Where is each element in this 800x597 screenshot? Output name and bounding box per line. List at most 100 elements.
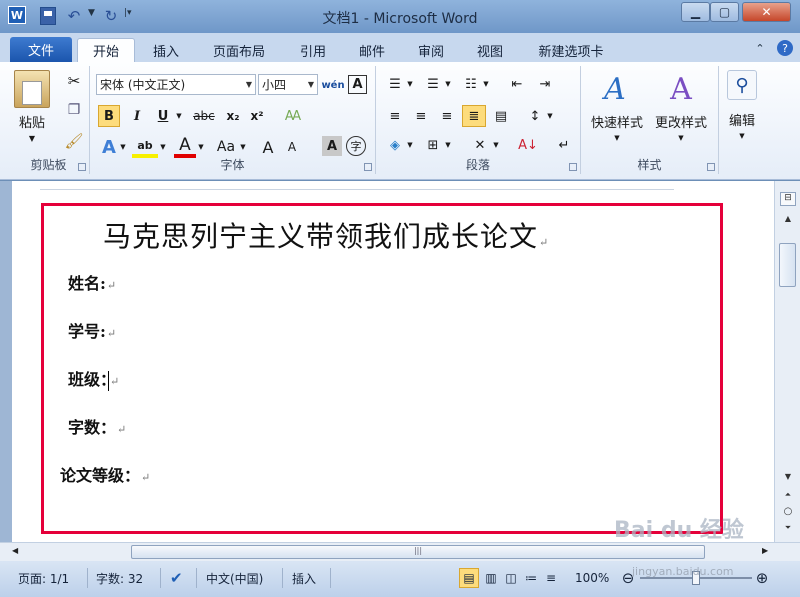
justify-icon[interactable]: ≣ bbox=[462, 105, 486, 127]
bullets-icon[interactable]: ☰ bbox=[384, 74, 406, 94]
insert-mode-status[interactable]: 插入 bbox=[292, 568, 316, 588]
align-left-icon[interactable]: ≡ bbox=[384, 105, 406, 127]
horizontal-scrollbar[interactable]: ◀ ||| ▶ bbox=[0, 542, 800, 561]
scroll-right-icon[interactable]: ▶ bbox=[762, 546, 768, 555]
sort-icon[interactable]: A↓ bbox=[516, 134, 540, 156]
borders-dropdown-icon[interactable]: ▼ bbox=[444, 134, 452, 156]
font-size-dropdown-icon[interactable]: ▼ bbox=[308, 80, 314, 89]
character-border-icon[interactable]: A bbox=[348, 75, 367, 94]
underline-button[interactable]: U bbox=[152, 105, 174, 127]
chinese-layout-dropdown-icon[interactable]: ▼ bbox=[492, 134, 500, 156]
full-screen-reading-icon[interactable]: ▥ bbox=[482, 568, 500, 588]
paste-icon[interactable] bbox=[14, 70, 50, 108]
subscript-button[interactable]: x₂ bbox=[222, 105, 244, 127]
class-field[interactable]: 班级：↵ bbox=[68, 366, 119, 391]
distributed-icon[interactable]: ▤ bbox=[490, 105, 512, 127]
print-layout-view-icon[interactable]: ▤ bbox=[459, 568, 479, 588]
cut-icon[interactable]: ✂ bbox=[64, 72, 84, 90]
outline-view-icon[interactable]: ≔ bbox=[522, 568, 540, 588]
quick-styles-label[interactable]: 快速样式 bbox=[587, 112, 647, 131]
horizontal-scroll-thumb[interactable]: ||| bbox=[131, 545, 705, 559]
line-spacing-dropdown-icon[interactable]: ▼ bbox=[546, 105, 554, 127]
find-binoculars-icon[interactable]: ⚲ bbox=[727, 70, 757, 100]
zoom-level[interactable]: 100% bbox=[575, 568, 609, 588]
bold-button[interactable]: B bbox=[98, 105, 120, 127]
align-right-icon[interactable]: ≡ bbox=[436, 105, 458, 127]
styles-launcher-icon[interactable] bbox=[707, 163, 715, 171]
show-hide-marks-icon[interactable]: ↵ bbox=[554, 134, 574, 156]
clipboard-launcher-icon[interactable] bbox=[78, 163, 86, 171]
font-name-dropdown-icon[interactable]: ▼ bbox=[246, 80, 252, 89]
numbering-icon[interactable]: ☰ bbox=[422, 74, 444, 94]
chinese-layout-icon[interactable]: ✕ bbox=[468, 134, 492, 156]
font-color-icon[interactable]: A bbox=[174, 135, 196, 158]
tab-mailings[interactable]: 邮件 bbox=[357, 38, 387, 62]
change-styles-label[interactable]: 更改样式 bbox=[651, 112, 711, 131]
scroll-down-icon[interactable]: ▼ bbox=[780, 472, 796, 486]
document-title[interactable]: 马克思列宁主义带领我们成长论文↵ bbox=[103, 215, 549, 255]
change-styles-dropdown-icon[interactable]: ▼ bbox=[675, 134, 687, 142]
tab-new[interactable]: 新建选项卡 bbox=[534, 38, 608, 62]
multilevel-dropdown-icon[interactable]: ▼ bbox=[482, 74, 490, 94]
help-icon[interactable]: ? bbox=[777, 40, 793, 56]
zoom-in-icon[interactable]: ⊕ bbox=[754, 568, 770, 588]
page-count-status[interactable]: 页面: 1/1 bbox=[18, 568, 69, 588]
font-color-dropdown-icon[interactable]: ▼ bbox=[196, 136, 206, 158]
change-case-icon[interactable]: Aa bbox=[212, 136, 240, 158]
scroll-left-icon[interactable]: ◀ bbox=[12, 546, 18, 555]
previous-page-icon[interactable]: ⏶ bbox=[780, 490, 796, 504]
paragraph-launcher-icon[interactable] bbox=[569, 163, 577, 171]
tab-insert[interactable]: 插入 bbox=[150, 38, 182, 62]
tab-review[interactable]: 审阅 bbox=[416, 38, 446, 62]
paste-label[interactable]: 粘贴 bbox=[14, 112, 50, 131]
phonetic-guide-icon[interactable]: wén bbox=[321, 74, 344, 96]
clear-format-icon[interactable]: Ꜳ bbox=[282, 105, 304, 127]
student-id-field[interactable]: 学号:↵ bbox=[68, 318, 116, 342]
browse-object-icon[interactable]: ○ bbox=[780, 506, 796, 520]
tab-file[interactable]: 文件 bbox=[10, 37, 72, 62]
highlight-color-icon[interactable]: ab bbox=[132, 136, 158, 158]
increase-indent-icon[interactable]: ⇥ bbox=[534, 74, 556, 94]
change-styles-icon[interactable]: A bbox=[661, 70, 701, 108]
vertical-scrollbar[interactable]: ⊟ ▲ ▼ ⏶ ○ ⏷ bbox=[774, 181, 800, 542]
strikethrough-button[interactable]: abc bbox=[190, 105, 218, 127]
bullets-dropdown-icon[interactable]: ▼ bbox=[406, 74, 414, 94]
text-effects-icon[interactable]: A bbox=[98, 136, 120, 158]
decrease-indent-icon[interactable]: ⇤ bbox=[506, 74, 528, 94]
tab-view[interactable]: 视图 bbox=[475, 38, 505, 62]
shrink-font-icon[interactable]: A bbox=[282, 136, 302, 158]
numbering-dropdown-icon[interactable]: ▼ bbox=[444, 74, 452, 94]
font-size-combo[interactable]: 小四 ▼ bbox=[258, 74, 318, 95]
borders-icon[interactable]: ⊞ bbox=[422, 134, 444, 156]
maximize-button[interactable]: ▢ bbox=[710, 2, 739, 22]
underline-dropdown-icon[interactable]: ▼ bbox=[174, 105, 184, 127]
quick-styles-icon[interactable]: A bbox=[595, 70, 635, 108]
font-name-combo[interactable]: 宋体 (中文正文) ▼ bbox=[96, 74, 256, 95]
vertical-scroll-thumb[interactable] bbox=[779, 243, 796, 287]
grade-field[interactable]: 论文等级：↵ bbox=[60, 462, 150, 486]
text-effects-dropdown-icon[interactable]: ▼ bbox=[118, 136, 128, 158]
scroll-up-icon[interactable]: ▲ bbox=[780, 214, 796, 228]
font-launcher-icon[interactable] bbox=[364, 163, 372, 171]
word-count-field[interactable]: 字数：↵ bbox=[68, 414, 126, 438]
line-spacing-icon[interactable]: ↕ bbox=[524, 105, 546, 127]
ruler-toggle-icon[interactable]: ⊟ bbox=[780, 192, 796, 206]
close-button[interactable]: ✕ bbox=[742, 2, 791, 22]
draft-view-icon[interactable]: ≡ bbox=[542, 568, 560, 588]
tab-home[interactable]: 开始 bbox=[77, 38, 135, 62]
name-field[interactable]: 姓名:↵ bbox=[68, 270, 116, 294]
align-center-icon[interactable]: ≡ bbox=[410, 105, 432, 127]
quick-styles-dropdown-icon[interactable]: ▼ bbox=[611, 134, 623, 142]
paste-dropdown-icon[interactable]: ▼ bbox=[26, 134, 38, 143]
editing-label[interactable]: 编辑 bbox=[723, 110, 761, 129]
shading-dropdown-icon[interactable]: ▼ bbox=[406, 134, 414, 156]
italic-button[interactable]: I bbox=[126, 105, 148, 127]
enclose-characters-icon[interactable]: 字 bbox=[346, 136, 366, 156]
format-painter-icon[interactable]: 🖌 bbox=[64, 132, 84, 150]
grow-font-icon[interactable]: A bbox=[258, 136, 278, 158]
multilevel-list-icon[interactable]: ☷ bbox=[460, 74, 482, 94]
change-case-dropdown-icon[interactable]: ▼ bbox=[238, 136, 248, 158]
language-status[interactable]: 中文(中国) bbox=[206, 568, 263, 588]
minimize-button[interactable]: ▁ bbox=[681, 2, 710, 22]
superscript-button[interactable]: x² bbox=[246, 105, 268, 127]
